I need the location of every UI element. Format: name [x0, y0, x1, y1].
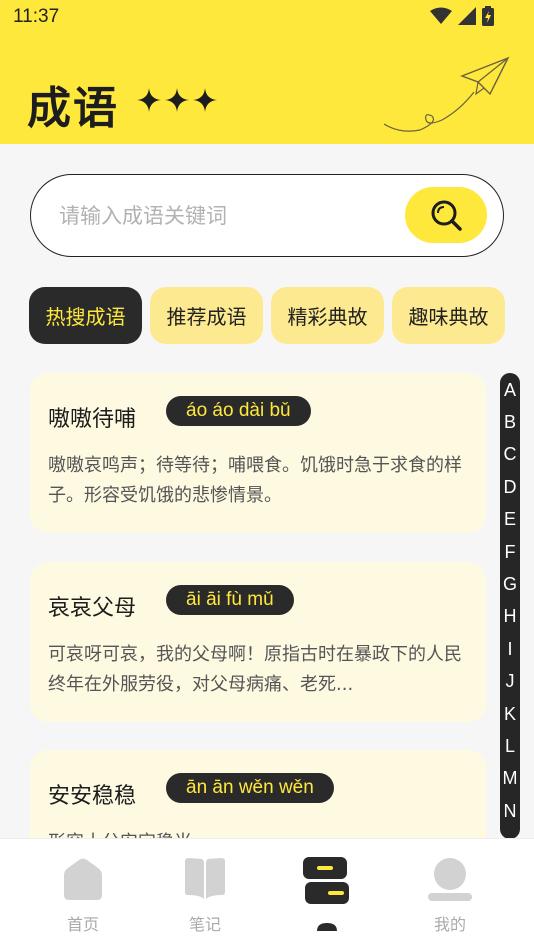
search-box [30, 174, 504, 257]
status-time: 11:37 [13, 6, 60, 27]
index-letter-e[interactable]: E [500, 503, 520, 535]
idiom-title: 嗷嗷待哺 [48, 407, 137, 432]
wifi-icon [430, 7, 452, 24]
home-icon [64, 858, 102, 900]
sparkle-icon [137, 88, 161, 112]
tab-recommended-idioms[interactable]: 推荐成语 [150, 287, 263, 344]
idiom-description: 嗷嗷哀鸣声；待等待；哺喂食。饥饿时急于求食的样子。形容受饥饿的悲惨情景。 [48, 455, 462, 506]
search-icon [431, 200, 462, 231]
nav-notes-label: 笔记 [188, 915, 221, 934]
index-letter-l[interactable]: L [500, 729, 520, 761]
profile-icon [428, 858, 472, 901]
index-letter-f[interactable]: F [500, 535, 520, 567]
index-letter-k[interactable]: K [500, 697, 520, 729]
index-letter-h[interactable]: H [500, 600, 520, 632]
idiom-card[interactable]: 哀哀父母 āi āi fù mǔ 可哀呀可哀，我的父母啊！原指古时在暴政下的人民… [30, 562, 486, 722]
index-letter-a[interactable]: A [500, 373, 520, 405]
tab-hot-idioms[interactable]: 热搜成语 [29, 287, 142, 344]
index-letter-i[interactable]: I [500, 632, 520, 664]
battery-icon [482, 6, 494, 26]
index-letter-j[interactable]: J [500, 665, 520, 697]
search-button[interactable] [405, 187, 487, 243]
index-letter-b[interactable]: B [500, 405, 520, 437]
nav-home-label: 首页 [66, 915, 99, 934]
sparkle-icon [193, 88, 217, 112]
search-input[interactable] [59, 197, 399, 235]
index-letter-d[interactable]: D [500, 470, 520, 502]
idiom-title: 安安稳稳 [48, 784, 137, 809]
header: 11:37 成语 [0, 0, 534, 144]
index-letter-g[interactable]: G [500, 567, 520, 599]
idiom-description: 可哀呀可哀，我的父母啊！原指古时在暴政下的人民终年在外服劳役，对父母病痛、老死.… [48, 644, 462, 695]
bottom-nav: 首页 笔记 我的 [0, 838, 534, 949]
nav-home[interactable]: 首页 [23, 839, 143, 949]
status-icons [430, 6, 494, 26]
nav-idiom-list[interactable] [267, 839, 387, 949]
tab-featured-stories[interactable]: 精彩典故 [271, 287, 384, 344]
page-title: 成语 [27, 83, 119, 134]
idiom-card[interactable]: 嗷嗷待哺 áo áo dài bǔ 嗷嗷哀鸣声；待等待；哺喂食。饥饿时急于求食的… [30, 373, 486, 533]
sparkle-icons [137, 88, 217, 112]
category-tabs: 热搜成语 推荐成语 精彩典故 趣味典故 [29, 287, 505, 344]
idiom-title: 哀哀父母 [48, 596, 137, 621]
index-letter-n[interactable]: N [500, 794, 520, 826]
index-letter-m[interactable]: M [500, 762, 520, 794]
pinyin-badge: áo áo dài bǔ [166, 396, 311, 426]
index-letter-c[interactable]: C [500, 438, 520, 470]
list-icon [303, 857, 349, 931]
pinyin-badge: ān ān wěn wěn [166, 773, 334, 803]
signal-icon [458, 7, 476, 25]
nav-notes[interactable]: 笔记 [145, 839, 265, 949]
book-icon [185, 858, 225, 899]
pinyin-badge: āi āi fù mǔ [166, 585, 294, 615]
nav-profile[interactable]: 我的 [390, 839, 510, 949]
paper-plane-icon [383, 56, 510, 132]
sparkle-icon [165, 88, 189, 112]
tab-fun-stories[interactable]: 趣味典故 [392, 287, 505, 344]
nav-profile-label: 我的 [433, 915, 466, 934]
alphabet-index[interactable]: A B C D E F G H I J K L M N [500, 373, 520, 839]
